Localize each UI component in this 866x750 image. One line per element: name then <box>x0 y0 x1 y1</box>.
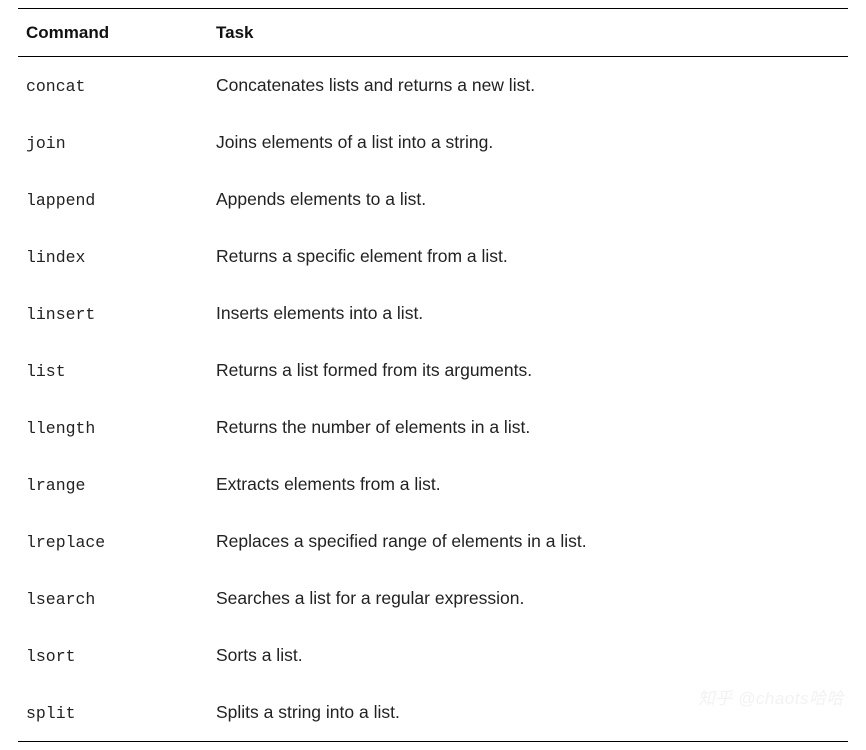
cmd-name: lsearch <box>26 590 95 609</box>
table-row: lreplace Replaces a specified range of e… <box>18 513 848 570</box>
cmd-task: Searches a list for a regular expression… <box>208 570 848 627</box>
table-row: list Returns a list formed from its argu… <box>18 342 848 399</box>
table-row: split Splits a string into a list. <box>18 684 848 742</box>
cmd-name: concat <box>26 77 85 96</box>
table-row: lsort Sorts a list. <box>18 627 848 684</box>
cmd-name: lrange <box>26 476 85 495</box>
table-row: concat Concatenates lists and returns a … <box>18 57 848 115</box>
table-row: lsearch Searches a list for a regular ex… <box>18 570 848 627</box>
cmd-name: split <box>26 704 76 723</box>
cmd-task: Appends elements to a list. <box>208 171 848 228</box>
table-row: join Joins elements of a list into a str… <box>18 114 848 171</box>
cmd-name: lsort <box>26 647 76 666</box>
cmd-name: lreplace <box>26 533 105 552</box>
cmd-name: join <box>26 134 66 153</box>
table-row: lindex Returns a specific element from a… <box>18 228 848 285</box>
table-header-row: Command Task <box>18 9 848 57</box>
cmd-task: Sorts a list. <box>208 627 848 684</box>
cmd-name: linsert <box>26 305 95 324</box>
cmd-task: Extracts elements from a list. <box>208 456 848 513</box>
cmd-name: lindex <box>26 248 85 267</box>
table-row: lrange Extracts elements from a list. <box>18 456 848 513</box>
cmd-name: lappend <box>26 191 95 210</box>
cmd-name: llength <box>26 419 95 438</box>
cmd-task: Splits a string into a list. <box>208 684 848 742</box>
command-table: Command Task concat Concatenates lists a… <box>18 8 848 742</box>
table-row: lappend Appends elements to a list. <box>18 171 848 228</box>
cmd-task: Joins elements of a list into a string. <box>208 114 848 171</box>
table-body: concat Concatenates lists and returns a … <box>18 57 848 742</box>
cmd-task: Returns the number of elements in a list… <box>208 399 848 456</box>
cmd-task: Returns a list formed from its arguments… <box>208 342 848 399</box>
cmd-name: list <box>26 362 66 381</box>
cmd-task: Inserts elements into a list. <box>208 285 848 342</box>
header-command: Command <box>18 9 208 57</box>
cmd-task: Concatenates lists and returns a new lis… <box>208 57 848 115</box>
table-row: linsert Inserts elements into a list. <box>18 285 848 342</box>
header-task: Task <box>208 9 848 57</box>
table-row: llength Returns the number of elements i… <box>18 399 848 456</box>
cmd-task: Returns a specific element from a list. <box>208 228 848 285</box>
cmd-task: Replaces a specified range of elements i… <box>208 513 848 570</box>
command-table-wrapper: Command Task concat Concatenates lists a… <box>0 0 866 750</box>
